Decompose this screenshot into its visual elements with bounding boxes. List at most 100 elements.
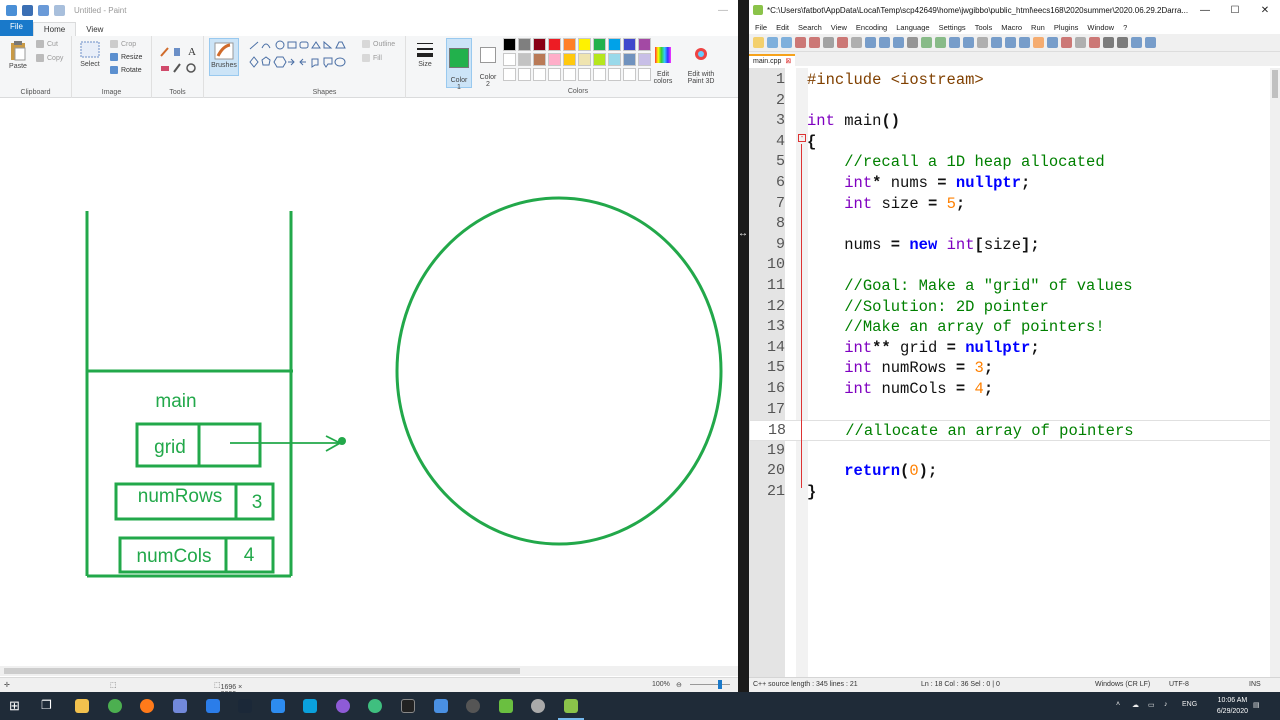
code-line[interactable]: 4{ — [749, 132, 1280, 153]
taskbar-clock[interactable]: 10:06 AM 6/29/2020 — [1217, 695, 1248, 717]
code-line[interactable]: 20 return(0); — [749, 461, 1280, 482]
menu-item[interactable]: Tools — [971, 23, 998, 32]
toolbar-button-icon[interactable] — [949, 37, 960, 48]
palette-swatch[interactable] — [578, 68, 591, 81]
zoom-slider-thumb[interactable] — [718, 680, 722, 689]
palette-swatch[interactable] — [548, 38, 561, 51]
app-icon-3[interactable] — [336, 699, 350, 713]
app-icon-4[interactable] — [368, 699, 382, 713]
app-icon-8[interactable] — [499, 699, 513, 713]
toolbar-button-icon[interactable] — [1089, 37, 1100, 48]
zoom-slider-track[interactable] — [690, 684, 730, 685]
toolbar-button-icon[interactable] — [767, 37, 778, 48]
menu-item[interactable]: Search — [794, 23, 827, 32]
toolbar-button-icon[interactable] — [963, 37, 974, 48]
palette-swatch[interactable] — [563, 38, 576, 51]
minimize-icon[interactable]: — — [708, 0, 738, 20]
chrome-icon[interactable] — [108, 699, 122, 713]
code-line[interactable]: 16 int numCols = 4; — [749, 379, 1280, 400]
app-icon-1[interactable] — [271, 699, 285, 713]
toolbar-button-icon[interactable] — [1103, 37, 1114, 48]
code-line[interactable]: 13 //Make an array of pointers! — [749, 317, 1280, 338]
tool-icons[interactable]: A — [158, 44, 202, 78]
palette-swatch[interactable] — [503, 38, 516, 51]
palette-swatch[interactable] — [563, 53, 576, 66]
palette-swatch[interactable] — [548, 53, 561, 66]
menu-item[interactable]: Window — [1083, 23, 1119, 32]
code-line[interactable]: 14 int** grid = nullptr; — [749, 338, 1280, 359]
editor-vertical-scrollbar[interactable] — [1270, 68, 1280, 677]
discord-icon[interactable] — [173, 699, 187, 713]
palette-swatch[interactable] — [503, 68, 516, 81]
save-icon[interactable] — [22, 4, 33, 16]
toolbar-button-icon[interactable] — [907, 37, 918, 48]
maximize-icon[interactable]: ☐ — [1220, 0, 1250, 20]
toolbar-button-icon[interactable] — [1145, 37, 1156, 48]
fold-marker-icon[interactable]: - — [798, 134, 806, 142]
palette-swatch[interactable] — [518, 68, 531, 81]
menu-item[interactable]: Plugins — [1050, 23, 1084, 32]
scrollbar-thumb[interactable] — [4, 668, 520, 674]
paint-horizontal-scrollbar[interactable] — [0, 666, 738, 676]
toolbar-button-icon[interactable] — [865, 37, 876, 48]
redo-icon[interactable] — [54, 4, 65, 16]
crop-button[interactable]: Crop — [110, 40, 136, 48]
code-line[interactable]: 1 #include <iostream> — [749, 70, 1280, 91]
notifications-icon[interactable]: ▤ — [1253, 701, 1260, 709]
palette-swatch[interactable] — [623, 68, 636, 81]
tab-file[interactable]: File — [0, 20, 33, 36]
close-icon[interactable]: ✕ — [1250, 0, 1280, 20]
palette-swatch[interactable] — [548, 68, 561, 81]
menu-item[interactable]: Edit — [772, 23, 794, 32]
toolbar-button-icon[interactable] — [753, 37, 764, 48]
vscode-icon[interactable] — [206, 699, 220, 713]
steam-icon[interactable] — [238, 699, 252, 713]
select-button[interactable]: Select — [76, 40, 104, 68]
palette-swatch[interactable] — [593, 68, 606, 81]
tray-volume-icon[interactable]: ♪ — [1164, 701, 1168, 708]
palette-swatch[interactable] — [533, 53, 546, 66]
menu-item[interactable]: View — [827, 23, 852, 32]
toolbar-button-icon[interactable] — [823, 37, 834, 48]
toolbar-button-icon[interactable] — [879, 37, 890, 48]
app-icon-2[interactable] — [303, 699, 317, 713]
color1-button[interactable]: Color 1 — [446, 38, 472, 91]
toolbar-button-icon[interactable] — [809, 37, 820, 48]
code-editor[interactable]: 1 #include <iostream> 2 3 int main() 4{5 //re… — [749, 68, 1280, 677]
palette-swatch[interactable] — [518, 38, 531, 51]
palette-swatch[interactable] — [623, 38, 636, 51]
toolbar-button-icon[interactable] — [1047, 37, 1058, 48]
start-icon[interactable]: ⊞ — [9, 698, 20, 714]
code-line[interactable]: 9 nums = new int[size]; — [749, 235, 1280, 256]
toolbar-button-icon[interactable] — [781, 37, 792, 48]
firefox-icon[interactable] — [140, 699, 154, 713]
edit-colors-button[interactable]: Edit colors — [650, 40, 676, 85]
notepadpp-taskbar-icon[interactable] — [564, 699, 578, 713]
paste-button[interactable]: Paste — [6, 40, 30, 70]
menu-item[interactable]: Language — [892, 23, 934, 32]
toolbar-button-icon[interactable] — [893, 37, 904, 48]
palette-swatch[interactable] — [578, 53, 591, 66]
tab-home[interactable]: Home — [32, 22, 77, 36]
menu-item[interactable]: Encoding — [852, 23, 892, 32]
toolbar-button-icon[interactable] — [935, 37, 946, 48]
palette-swatch[interactable] — [533, 68, 546, 81]
palette-swatch[interactable] — [503, 53, 516, 66]
vscroll-thumb[interactable] — [1272, 70, 1278, 98]
close-tab-icon[interactable]: ⊠ — [785, 57, 791, 65]
code-line[interactable]: 6 int* nums = nullptr; — [749, 173, 1280, 194]
toolbar-button-icon[interactable] — [991, 37, 1002, 48]
code-line[interactable]: 18 //allocate an array of pointers — [749, 420, 1280, 441]
zoom-out-button[interactable]: ⊖ — [676, 681, 682, 689]
size-button[interactable]: Size — [412, 40, 438, 68]
menu-item[interactable]: Settings — [935, 23, 971, 32]
code-line[interactable]: 2 — [749, 91, 1280, 112]
menu-item[interactable]: File — [751, 23, 772, 32]
palette-swatch[interactable] — [608, 38, 621, 51]
task-view-icon[interactable]: ❐ — [41, 698, 52, 712]
code-line[interactable]: 3 int main() — [749, 111, 1280, 132]
outline-button[interactable]: Outline — [362, 40, 395, 48]
toolbar-button-icon[interactable] — [1117, 37, 1128, 48]
paint-canvas[interactable]: main grid numRows 3 numCols 4 — [0, 98, 738, 666]
menu-item[interactable]: Run — [1027, 23, 1050, 32]
